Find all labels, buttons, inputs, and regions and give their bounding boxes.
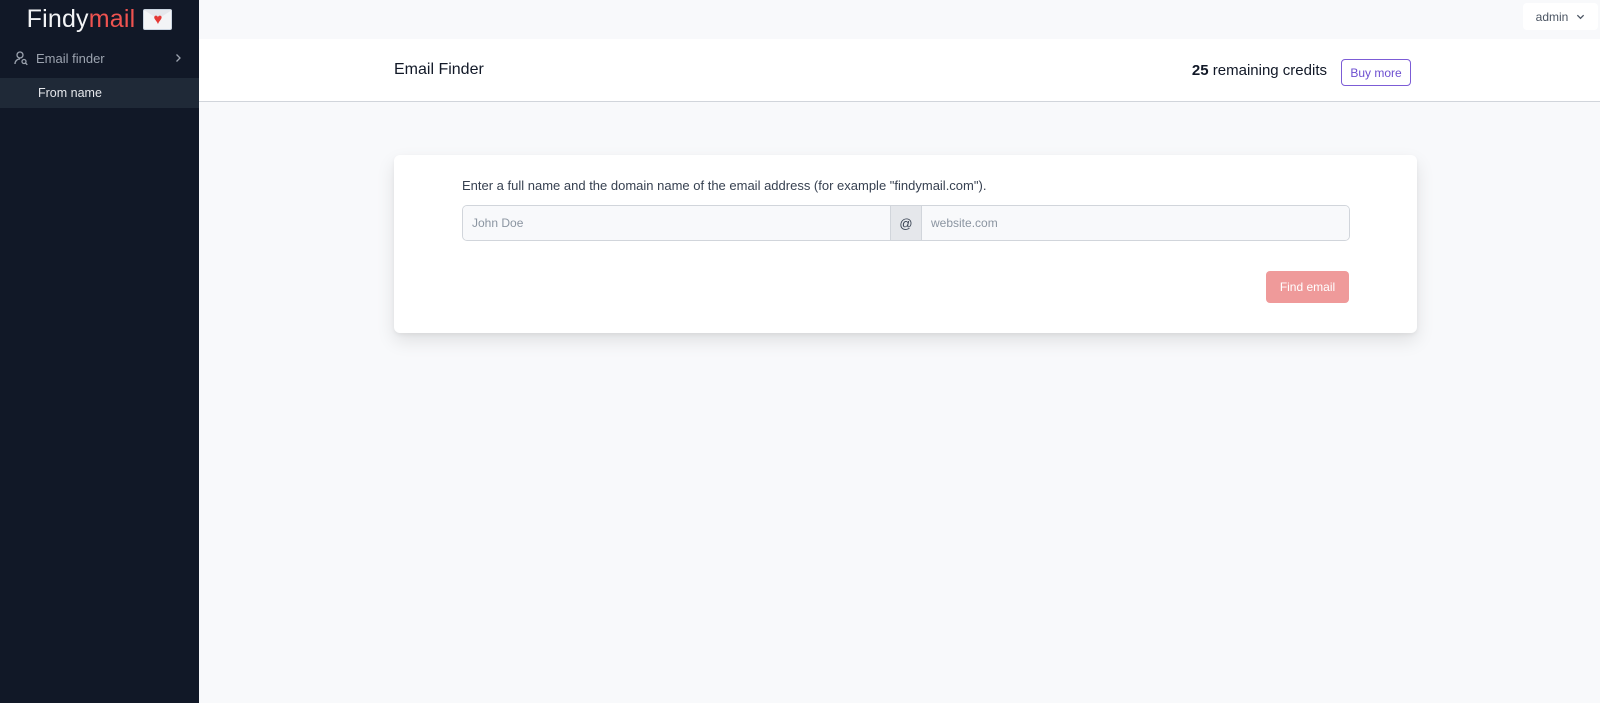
full-name-input[interactable] [463, 206, 890, 240]
sidebar: Findymail ♥ Email finder From name [0, 0, 199, 703]
email-finder-card: Enter a full name and the domain name of… [394, 155, 1417, 333]
chevron-right-icon [176, 54, 181, 62]
logo-text: Findymail [27, 5, 136, 34]
buy-more-button[interactable]: Buy more [1341, 59, 1411, 86]
form-description: Enter a full name and the domain name of… [462, 178, 987, 193]
find-email-button[interactable]: Find email [1266, 271, 1349, 303]
user-search-icon [14, 51, 28, 66]
logo-text-mail: mail [88, 4, 136, 33]
user-menu[interactable]: admin [1523, 3, 1598, 30]
sidebar-item-from-name[interactable]: From name [0, 78, 199, 108]
domain-input[interactable] [922, 206, 1349, 240]
at-sign-addon: @ [890, 206, 922, 240]
user-name: admin [1535, 9, 1569, 24]
logo[interactable]: Findymail ♥ [0, 0, 199, 36]
logo-text-findy: Findy [26, 4, 89, 33]
name-domain-input-group: @ [462, 205, 1350, 241]
envelope-heart-icon: ♥ [143, 8, 173, 30]
chevron-down-icon [1577, 14, 1585, 20]
credits-count: 25 [1191, 62, 1209, 79]
remaining-credits: 25 remaining credits [1192, 62, 1327, 79]
page-header: Email Finder 25 remaining credits Buy mo… [199, 39, 1600, 102]
page-title: Email Finder [394, 61, 484, 78]
credits-label: remaining credits [1208, 62, 1327, 79]
sidebar-item-label: Email finder [36, 50, 105, 66]
sidebar-item-email-finder[interactable]: Email finder [0, 38, 199, 78]
topbar: admin [199, 0, 1600, 39]
